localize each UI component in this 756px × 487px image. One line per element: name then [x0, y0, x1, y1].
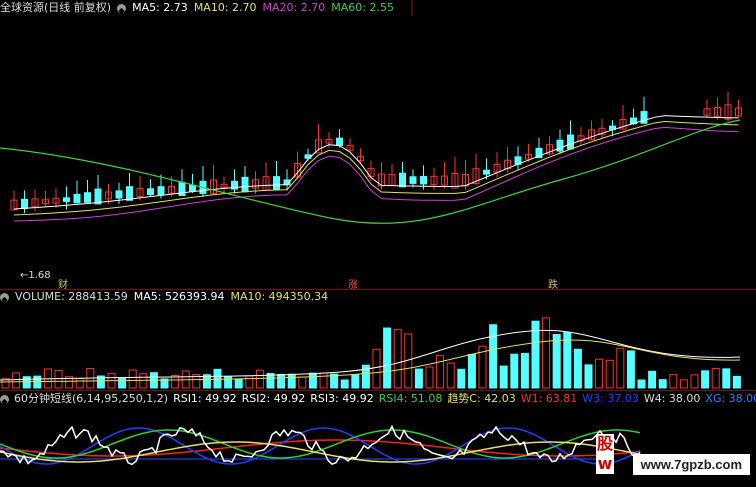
- volume-bar-down: [510, 353, 519, 389]
- volume-bar-up: [54, 370, 63, 389]
- volume-bar-down: [457, 368, 466, 389]
- w1-value: W1: 63.81: [520, 392, 578, 405]
- candle-down: [126, 186, 133, 201]
- volume-bar-down: [732, 375, 741, 389]
- volume-bar-up: [12, 372, 21, 389]
- watermark: www.7gpzb.com: [632, 454, 750, 475]
- candle-down: [420, 175, 427, 185]
- volume-bar-up: [319, 372, 328, 389]
- volume-bar-down: [277, 373, 286, 389]
- candle-down: [94, 188, 102, 205]
- candle-down: [241, 176, 249, 193]
- volume-bar-down: [626, 350, 635, 389]
- volume-bar-down: [33, 375, 42, 389]
- volume-bar-down: [266, 373, 275, 389]
- volume-bar-up: [255, 369, 264, 389]
- volume-bar-up: [679, 379, 688, 389]
- trend-value: 趋势C: 42.03: [447, 392, 516, 405]
- volume-bar-down: [648, 370, 657, 389]
- volume-bar-down: [351, 373, 360, 389]
- panel-divider-2: [0, 390, 756, 391]
- volume-bar-up: [75, 377, 84, 389]
- candle-down: [640, 111, 648, 124]
- candle-down: [189, 184, 196, 192]
- candle-down: [399, 172, 406, 188]
- candle-down: [336, 137, 343, 146]
- volume-chart[interactable]: [0, 302, 756, 390]
- settings-icon[interactable]: ◆: [0, 394, 9, 406]
- candle-down: [21, 198, 28, 209]
- volume-bar-down: [552, 333, 561, 389]
- rsi2-value: RSI2: 49.92: [241, 392, 306, 405]
- volume-bar-down: [573, 348, 582, 389]
- w4-value: W4: 38.00: [643, 392, 701, 405]
- volume-bar-down: [22, 376, 31, 389]
- volume-bar-up: [446, 362, 455, 389]
- volume-bar-up: [669, 374, 678, 389]
- volume-bar-up: [298, 376, 307, 389]
- price-chart[interactable]: [0, 0, 756, 288]
- indicator-legend: ◆ 60分钟短线(6,14,95,250,1,2) RSI1: 49.92 RS…: [0, 392, 756, 406]
- rsi4-value: RSI4: 51.08: [378, 392, 443, 405]
- volume-bar-down: [383, 327, 392, 389]
- volume-bar-down: [701, 370, 710, 389]
- candle-down: [147, 188, 154, 195]
- volume-bar-up: [595, 358, 604, 389]
- volume-bar-up: [372, 348, 381, 389]
- volume-bar-down: [467, 353, 476, 389]
- site-badge: 股w: [596, 434, 614, 474]
- candle-down: [409, 176, 417, 184]
- low-price-label: ←1.68: [20, 270, 51, 281]
- rsi3-value: RSI3: 49.92: [310, 392, 374, 405]
- volume-bar-down: [637, 379, 646, 389]
- candle-down: [567, 134, 574, 150]
- candle-down: [556, 139, 564, 152]
- volume-bar-down: [118, 378, 127, 389]
- volume-bar-up: [711, 367, 720, 389]
- volume-bar-down: [499, 365, 508, 389]
- volume-bar-down: [414, 368, 423, 389]
- volume-bar-down: [340, 379, 349, 389]
- volume-bar-down: [584, 364, 593, 389]
- volume-bar-down: [658, 379, 667, 389]
- volume-bar-up: [436, 355, 445, 389]
- volume-bar-down: [722, 368, 731, 389]
- volume-bar-up: [128, 369, 137, 389]
- candle-down: [157, 186, 165, 196]
- settings-icon[interactable]: ◆: [0, 292, 9, 304]
- candle-down: [63, 197, 70, 202]
- volume-bar-up: [542, 317, 551, 389]
- volume-bar-down: [213, 368, 222, 389]
- volume-bar-down: [287, 373, 296, 389]
- volume-bar-down: [234, 378, 243, 389]
- volume-bar-up: [690, 374, 699, 389]
- candle-down: [273, 176, 280, 190]
- candle-down: [73, 193, 81, 204]
- volume-bar-up: [393, 329, 402, 389]
- volume-bar-up: [425, 366, 434, 389]
- candle-down: [115, 190, 123, 199]
- candle-down: [84, 192, 91, 203]
- candle-down: [483, 169, 490, 175]
- volume-bar-down: [308, 372, 317, 389]
- volume-bar-up: [245, 375, 254, 389]
- volume-bar-down: [520, 352, 529, 389]
- w3-value: W3: 37.03: [582, 392, 639, 405]
- volume-bar-down: [489, 324, 498, 389]
- volume-bar-up: [605, 359, 614, 389]
- rsi1-value: RSI1: 49.92: [173, 392, 237, 405]
- xg-value: XG: 38.00: [705, 392, 756, 405]
- indicator-title: 60分钟短线(6,14,95,250,1,2): [14, 392, 169, 405]
- volume-bar-up: [616, 347, 625, 389]
- volume-bar-down: [563, 331, 572, 389]
- volume-bar-up: [139, 373, 148, 389]
